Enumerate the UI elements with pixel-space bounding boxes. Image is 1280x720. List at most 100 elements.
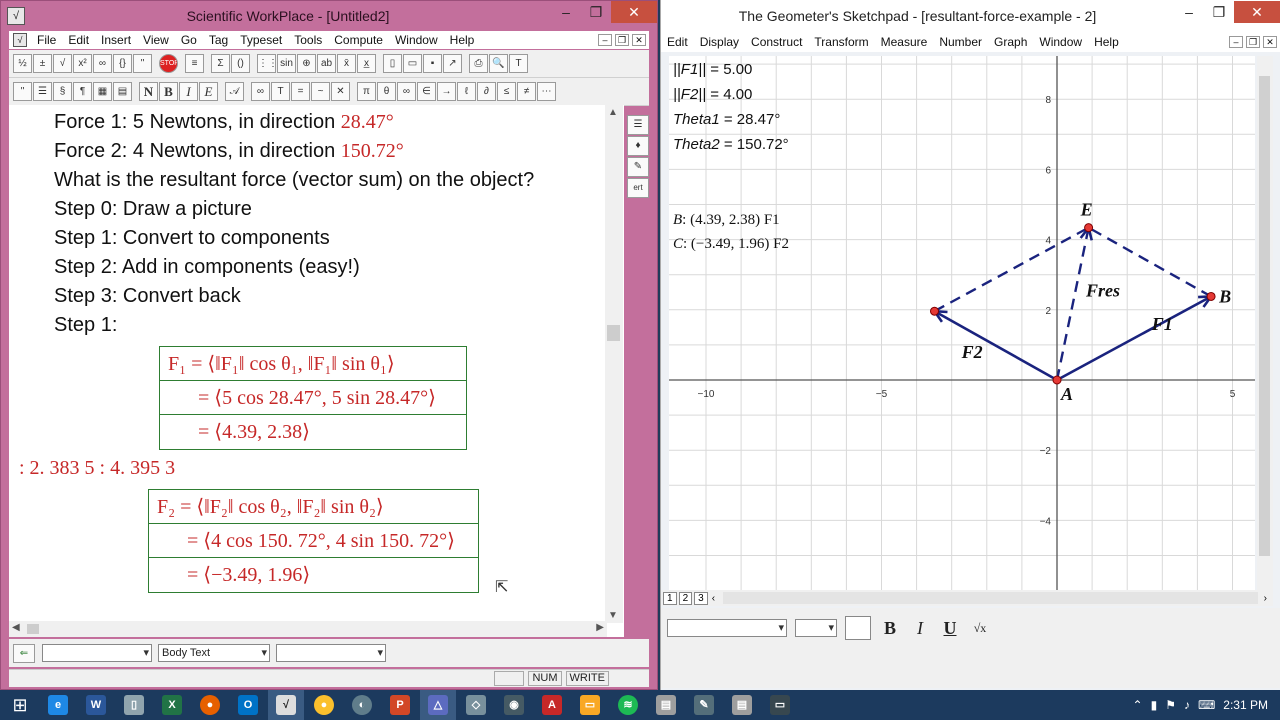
back-arrow-icon[interactable]: ⇐ bbox=[13, 643, 35, 663]
emphasis-button[interactable]: E bbox=[199, 82, 218, 101]
typeset-icon[interactable]: T bbox=[509, 54, 528, 73]
taskbar-excel-icon[interactable]: X bbox=[154, 690, 190, 720]
scroll-up-icon[interactable]: ▲ bbox=[608, 107, 618, 118]
gsp-bold-button[interactable]: B bbox=[879, 618, 901, 639]
taskbar-powerpoint-icon[interactable]: P bbox=[382, 690, 418, 720]
coordinate-c[interactable]: C: (−3.49, 1.96) F2 bbox=[673, 236, 789, 253]
stop-icon[interactable]: STOP bbox=[159, 54, 178, 73]
math-format-icon[interactable]: √x bbox=[969, 621, 991, 636]
scroll-down-icon[interactable]: ▼ bbox=[608, 610, 618, 621]
bold-button[interactable]: B bbox=[159, 82, 178, 101]
matrix-icon[interactable]: ⋮⋮ bbox=[257, 54, 276, 73]
page-tab-3[interactable]: 3 bbox=[694, 591, 708, 605]
side-list-icon[interactable]: ☰ bbox=[627, 115, 649, 135]
taskbar-camera-icon[interactable]: ◉ bbox=[496, 690, 532, 720]
doc-icon[interactable]: √ bbox=[13, 33, 27, 47]
measurement-f2-norm[interactable]: ||F2|| = 4.00 bbox=[673, 86, 752, 103]
leq-icon[interactable]: ≤ bbox=[497, 82, 516, 101]
taskbar-monitor-icon[interactable]: ▭ bbox=[762, 690, 798, 720]
taskbar-files-icon[interactable]: ▯ bbox=[116, 690, 152, 720]
taskbar-doc2-icon[interactable]: ▤ bbox=[724, 690, 760, 720]
tray-flag-icon[interactable]: ⚑ bbox=[1165, 698, 1176, 712]
f2-equation-box[interactable]: F₂ = ⟨‖F₂‖ cos θ₂, ‖F₂‖ sin θ₂⟩ = ⟨4 cos… bbox=[148, 489, 479, 593]
taskbar-chrome-icon[interactable]: ● bbox=[306, 690, 342, 720]
italic-button[interactable]: I bbox=[179, 82, 198, 101]
taskbar-outlook-icon[interactable]: O bbox=[230, 690, 266, 720]
doc-restore-icon[interactable]: ❐ bbox=[615, 34, 629, 46]
scroll-right-icon[interactable]: ▶ bbox=[596, 622, 604, 633]
gsp-maximize-icon[interactable]: ❐ bbox=[1204, 1, 1234, 23]
underline-icon[interactable]: x̲ bbox=[357, 54, 376, 73]
open-folder-icon[interactable]: ▭ bbox=[403, 54, 422, 73]
gsp-horizontal-scrollbar[interactable] bbox=[723, 592, 1258, 604]
brackets-icon[interactable]: {} bbox=[113, 54, 132, 73]
menu-edit[interactable]: Edit bbox=[62, 33, 95, 47]
swp-app-icon[interactable]: √ bbox=[7, 7, 25, 25]
measurement-theta2[interactable]: Theta2 = 150.72° bbox=[673, 136, 789, 153]
taskbar-gsp-icon[interactable]: △ bbox=[420, 690, 456, 720]
relation-icon[interactable]: ≠ bbox=[517, 82, 536, 101]
gsp-underline-button[interactable]: U bbox=[939, 618, 961, 639]
gsp-menu-construct[interactable]: Construct bbox=[745, 35, 808, 49]
partial-icon[interactable]: ∂ bbox=[477, 82, 496, 101]
export-icon[interactable]: ↗ bbox=[443, 54, 462, 73]
gsp-italic-button[interactable]: I bbox=[909, 618, 931, 639]
swp-document[interactable]: Force 1: 5 Newtons, in direction 28.47° … bbox=[9, 105, 624, 637]
gsp-close-icon[interactable]: ✕ bbox=[1234, 1, 1280, 23]
tabs-scroll-right-icon[interactable]: › bbox=[1264, 593, 1267, 604]
body-text-select[interactable]: Body Text bbox=[158, 644, 270, 662]
normal-text-button[interactable]: N bbox=[139, 82, 158, 101]
gsp-scroll-thumb[interactable] bbox=[1259, 76, 1270, 556]
ell-symbol-icon[interactable]: ℓ bbox=[457, 82, 476, 101]
section-tag-select[interactable] bbox=[42, 644, 152, 662]
doc-minimize-icon[interactable]: – bbox=[598, 34, 612, 46]
tray-volume-icon[interactable]: ♪ bbox=[1184, 698, 1190, 712]
side-ink-icon[interactable]: ♦ bbox=[627, 136, 649, 156]
side-edit-icon[interactable]: ✎ bbox=[627, 157, 649, 177]
taskbar-word-icon[interactable]: W bbox=[78, 690, 114, 720]
binoculars-icon[interactable]: ∞ bbox=[251, 82, 270, 101]
windows-start-icon[interactable]: ⊞ bbox=[0, 690, 40, 720]
page-tab-1[interactable]: 1 bbox=[663, 591, 677, 605]
gsp-menu-graph[interactable]: Graph bbox=[988, 35, 1033, 49]
taskbar-folder-icon[interactable]: ▭ bbox=[572, 690, 608, 720]
fraction-icon[interactable]: ½ bbox=[13, 54, 32, 73]
paragraph-icon[interactable]: ¶ bbox=[73, 82, 92, 101]
tray-network-icon[interactable]: ▮ bbox=[1151, 698, 1158, 712]
function-icon[interactable]: sin bbox=[277, 54, 296, 73]
align-icon[interactable]: ≡ bbox=[185, 54, 204, 73]
label-icon[interactable]: ab bbox=[317, 54, 336, 73]
font-size-select[interactable] bbox=[795, 619, 837, 637]
calligraphy-icon[interactable]: 𝒜 bbox=[225, 82, 244, 101]
page-tab-2[interactable]: 2 bbox=[678, 591, 693, 605]
measurement-f1-norm[interactable]: ||F1|| = 5.00 bbox=[673, 61, 752, 78]
pi-symbol-icon[interactable]: π bbox=[357, 82, 376, 101]
tabs-scroll-left-icon[interactable]: ‹ bbox=[712, 593, 715, 604]
menu-tools[interactable]: Tools bbox=[288, 33, 328, 47]
minimize-icon[interactable]: – bbox=[551, 1, 581, 23]
plot-icon[interactable]: ~ bbox=[311, 82, 330, 101]
overline-icon[interactable]: x̄ bbox=[337, 54, 356, 73]
theta-symbol-icon[interactable]: θ bbox=[377, 82, 396, 101]
gsp-menu-display[interactable]: Display bbox=[694, 35, 745, 49]
gsp-menu-edit[interactable]: Edit bbox=[661, 35, 694, 49]
taskbar-firefox-icon[interactable]: ● bbox=[192, 690, 228, 720]
swp-titlebar[interactable]: √ Scientific WorkPlace - [Untitled2] – ❐… bbox=[1, 1, 657, 31]
taskbar-spotify-icon[interactable]: ≋ bbox=[610, 690, 646, 720]
print-icon[interactable]: ⎙ bbox=[469, 54, 488, 73]
taskbar-doc-icon[interactable]: ▤ bbox=[648, 690, 684, 720]
eval-icon[interactable]: = bbox=[291, 82, 310, 101]
infinity-icon[interactable]: ∞ bbox=[93, 54, 112, 73]
f1-equation-box[interactable]: F₁ = ⟨‖F₁‖ cos θ₁, ‖F₁‖ sin θ₁⟩ = ⟨5 cos… bbox=[159, 346, 467, 450]
menu-compute[interactable]: Compute bbox=[328, 33, 389, 47]
side-ert-icon[interactable]: ert bbox=[627, 178, 649, 198]
section-icon[interactable]: § bbox=[53, 82, 72, 101]
taskbar-ie-icon[interactable]: e bbox=[40, 690, 76, 720]
menu-window[interactable]: Window bbox=[389, 33, 444, 47]
parens-icon[interactable]: () bbox=[231, 54, 250, 73]
gsp-menu-number[interactable]: Number bbox=[933, 35, 988, 49]
menu-view[interactable]: View bbox=[137, 33, 175, 47]
operator-icon[interactable]: ⊕ bbox=[297, 54, 316, 73]
swp-vertical-scrollbar[interactable]: ▲ ▼ bbox=[605, 105, 623, 623]
quote-icon[interactable]: " bbox=[133, 54, 152, 73]
